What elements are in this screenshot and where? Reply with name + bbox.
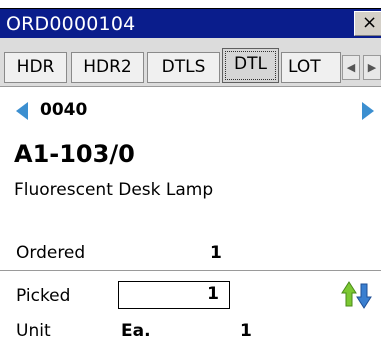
previous-line-icon[interactable] [16,102,28,120]
picked-label: Picked [16,286,71,306]
next-line-icon[interactable] [362,102,374,120]
item-description: Fluorescent Desk Lamp [14,180,214,200]
tab-scroll-left-button[interactable]: ◀ [342,55,360,80]
title-bar: ORD0000104 × [0,8,381,38]
tab-hdr[interactable]: HDR [4,52,67,83]
sort-down-arrow [356,283,372,309]
ordered-value: 1 [210,243,222,263]
sort-up-arrow [341,281,357,307]
picked-quantity-input[interactable]: 1 [118,281,230,309]
sort-up-down-icon[interactable] [340,280,374,310]
line-number: 0040 [40,100,88,120]
divider [0,270,381,271]
ordered-label: Ordered [16,243,86,263]
tab-hdr2[interactable]: HDR2 [71,52,144,83]
unit-quantity: 1 [240,321,252,341]
tab-dtl[interactable]: DTL [222,48,279,83]
tab-strip: HDR HDR2 DTLS DTL LOT ◀ ▶ [0,38,381,87]
close-button[interactable]: × [354,11,381,36]
tab-scroll-right-button[interactable]: ▶ [363,55,381,80]
unit-label: Unit [16,321,51,341]
window-title: ORD0000104 [6,13,136,35]
tab-lot[interactable]: LOT [281,52,341,83]
unit-value: Ea. [121,321,151,341]
item-code: A1-103/0 [14,140,135,168]
tab-dtls[interactable]: DTLS [147,52,220,83]
